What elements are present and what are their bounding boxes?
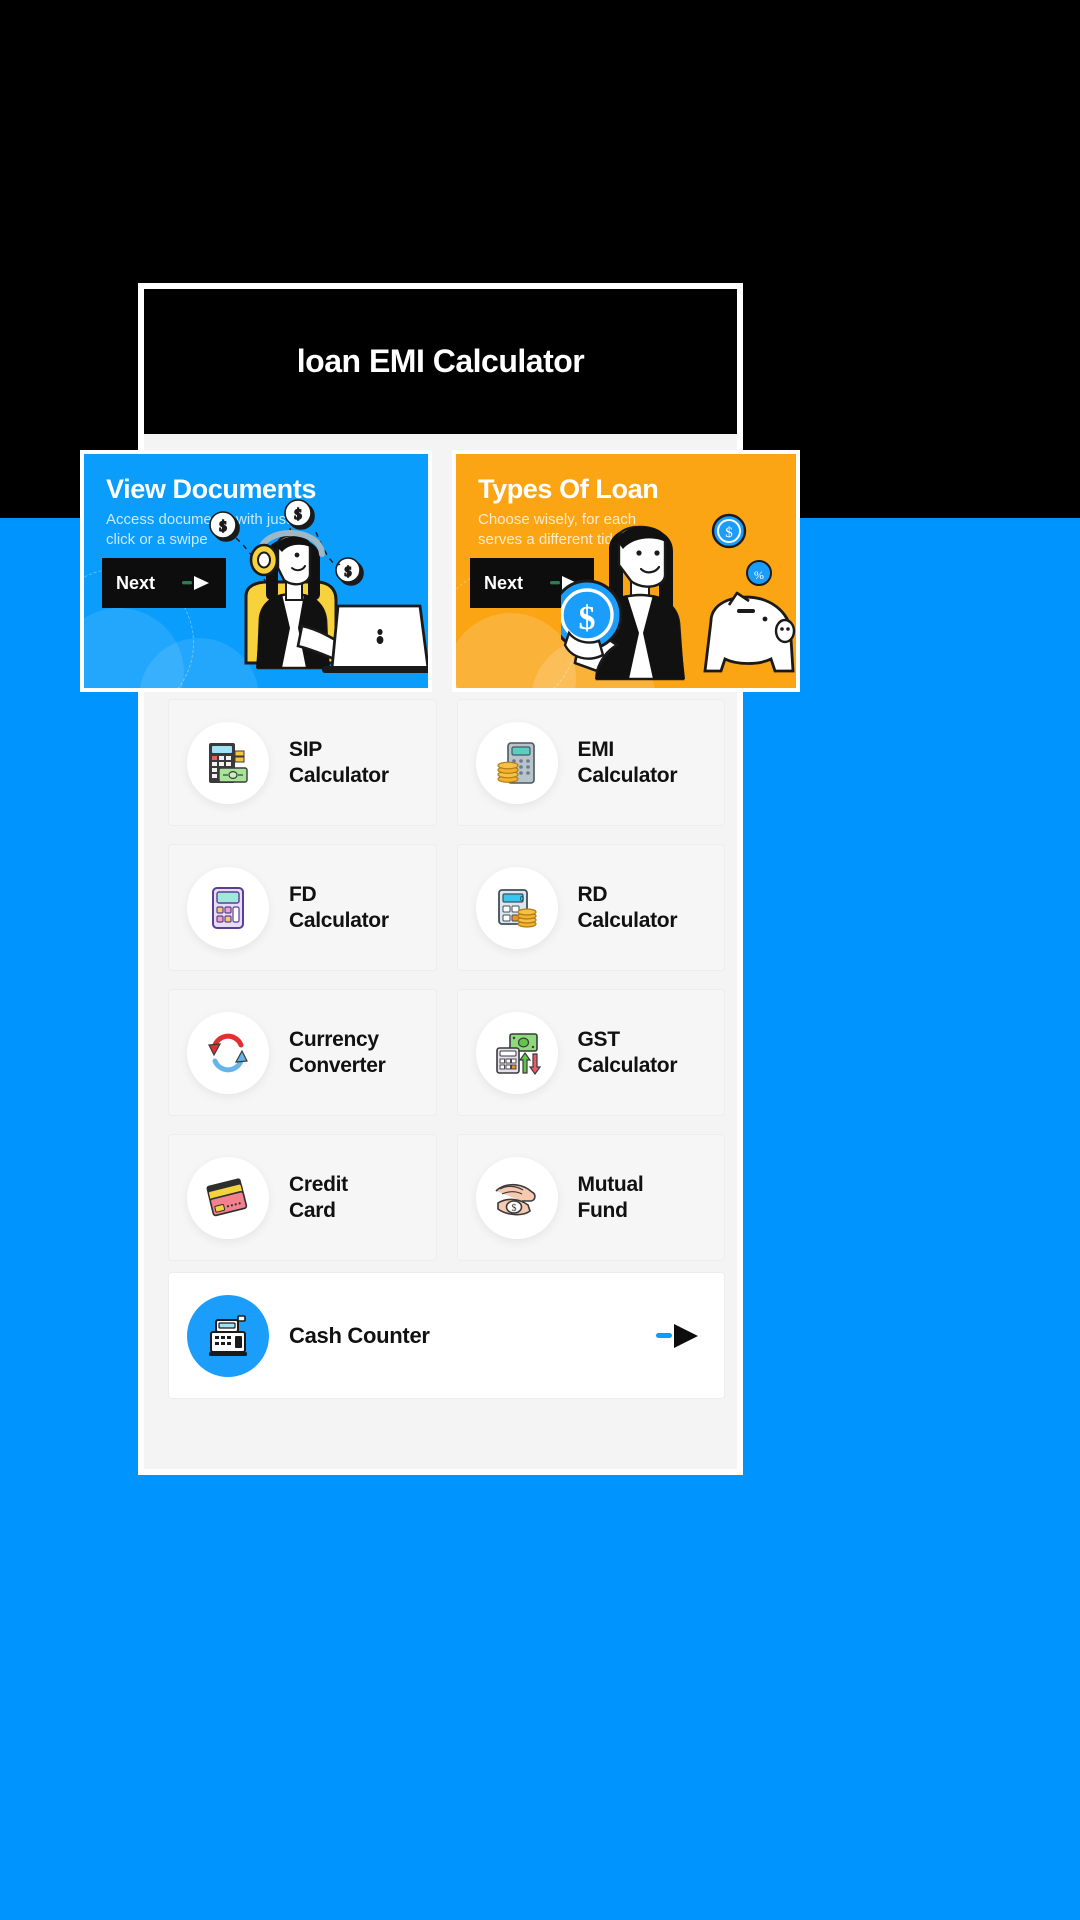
tile-label-line1: RD	[577, 882, 608, 906]
cash-register-icon	[187, 1294, 269, 1377]
tile-label-line1: FD	[289, 882, 317, 906]
app-header: loan EMI Calculator	[144, 289, 737, 434]
tile-label: Currency Converter	[289, 1027, 386, 1078]
svg-text:%: %	[754, 568, 764, 582]
tile-label-line2: Fund	[577, 1198, 628, 1222]
svg-text:$: $	[511, 1203, 516, 1214]
calculator-cash-icon	[187, 721, 269, 804]
svg-text:$: $	[579, 600, 596, 637]
svg-text:0: 0	[520, 896, 524, 903]
next-button-label: Next	[116, 572, 156, 593]
calculator-coins-icon	[475, 721, 558, 804]
svg-text:$: $	[725, 525, 733, 541]
tile-label-line2: Converter	[289, 1053, 386, 1077]
tile-fd-calculator[interactable]: FD Calculator	[168, 844, 437, 971]
credit-cards-icon	[187, 1156, 269, 1239]
currency-exchange-arrows-icon	[187, 1011, 269, 1094]
tile-emi-calculator[interactable]: EMI Calculator	[456, 699, 725, 826]
tile-label: GST Calculator	[578, 1027, 678, 1078]
tile-mutual-fund[interactable]: $ Mutual Fund	[456, 1134, 725, 1261]
tile-label: Credit Card	[289, 1172, 348, 1223]
onboarding-card-view-documents[interactable]: View Documents Access documents with jus…	[80, 450, 432, 692]
decor-circle	[456, 613, 576, 688]
decor-circle	[84, 608, 184, 688]
tile-label-line2: Card	[289, 1198, 336, 1222]
tile-currency-converter[interactable]: Currency Converter	[168, 989, 437, 1116]
tile-label-line1: Credit	[289, 1172, 348, 1196]
tile-label-line1: Currency	[289, 1027, 379, 1051]
illustration-woman-coin-piggy: $ % $	[551, 493, 796, 688]
svg-text:$: $	[294, 507, 302, 523]
tile-label-line2: Calculator	[577, 763, 678, 787]
calculator-grid: SIP Calculator EMI Calculator FD Calcula…	[168, 699, 725, 1261]
app-header-title: loan EMI Calculator	[296, 343, 585, 379]
calculator-coin-stack-icon: 0	[475, 866, 558, 949]
cash-counter-bar[interactable]: Cash Counter	[168, 1272, 725, 1399]
tile-rd-calculator[interactable]: 0 RD Calculator	[456, 844, 725, 971]
svg-text:$: $	[345, 565, 352, 580]
tile-label-line1: Mutual	[577, 1172, 644, 1196]
tile-gst-calculator[interactable]: GST Calculator	[456, 989, 725, 1116]
tile-label: Mutual Fund	[578, 1172, 644, 1223]
illustration-woman-laptop: $ $ $	[198, 498, 428, 688]
cash-counter-label: Cash Counter	[289, 1322, 430, 1348]
play-arrow-icon[interactable]	[656, 1322, 702, 1350]
next-button-label: Next	[484, 572, 524, 593]
tile-credit-card[interactable]: Credit Card	[168, 1134, 437, 1261]
svg-text:$: $	[219, 519, 227, 535]
tile-label: EMI Calculator	[578, 737, 678, 788]
tile-label-line2: Calculator	[577, 908, 678, 932]
tile-label-line1: EMI	[577, 737, 615, 761]
tile-label-line1: GST	[577, 1027, 621, 1051]
hand-coin-icon: $	[475, 1156, 558, 1239]
tile-label: RD Calculator	[578, 882, 678, 933]
tile-label-line1: SIP	[289, 737, 322, 761]
onboarding-card-types-of-loan[interactable]: Types Of Loan Choose wisely, for each se…	[452, 450, 800, 692]
tile-label-line2: Calculator	[577, 1053, 678, 1077]
calculator-purple-icon	[187, 866, 269, 949]
money-calculator-arrows-icon	[475, 1011, 558, 1094]
tile-label: FD Calculator	[289, 882, 389, 933]
tile-label-line2: Calculator	[289, 908, 389, 932]
tile-sip-calculator[interactable]: SIP Calculator	[168, 699, 437, 826]
tile-label: SIP Calculator	[289, 737, 389, 788]
tile-label-line2: Calculator	[289, 763, 389, 787]
